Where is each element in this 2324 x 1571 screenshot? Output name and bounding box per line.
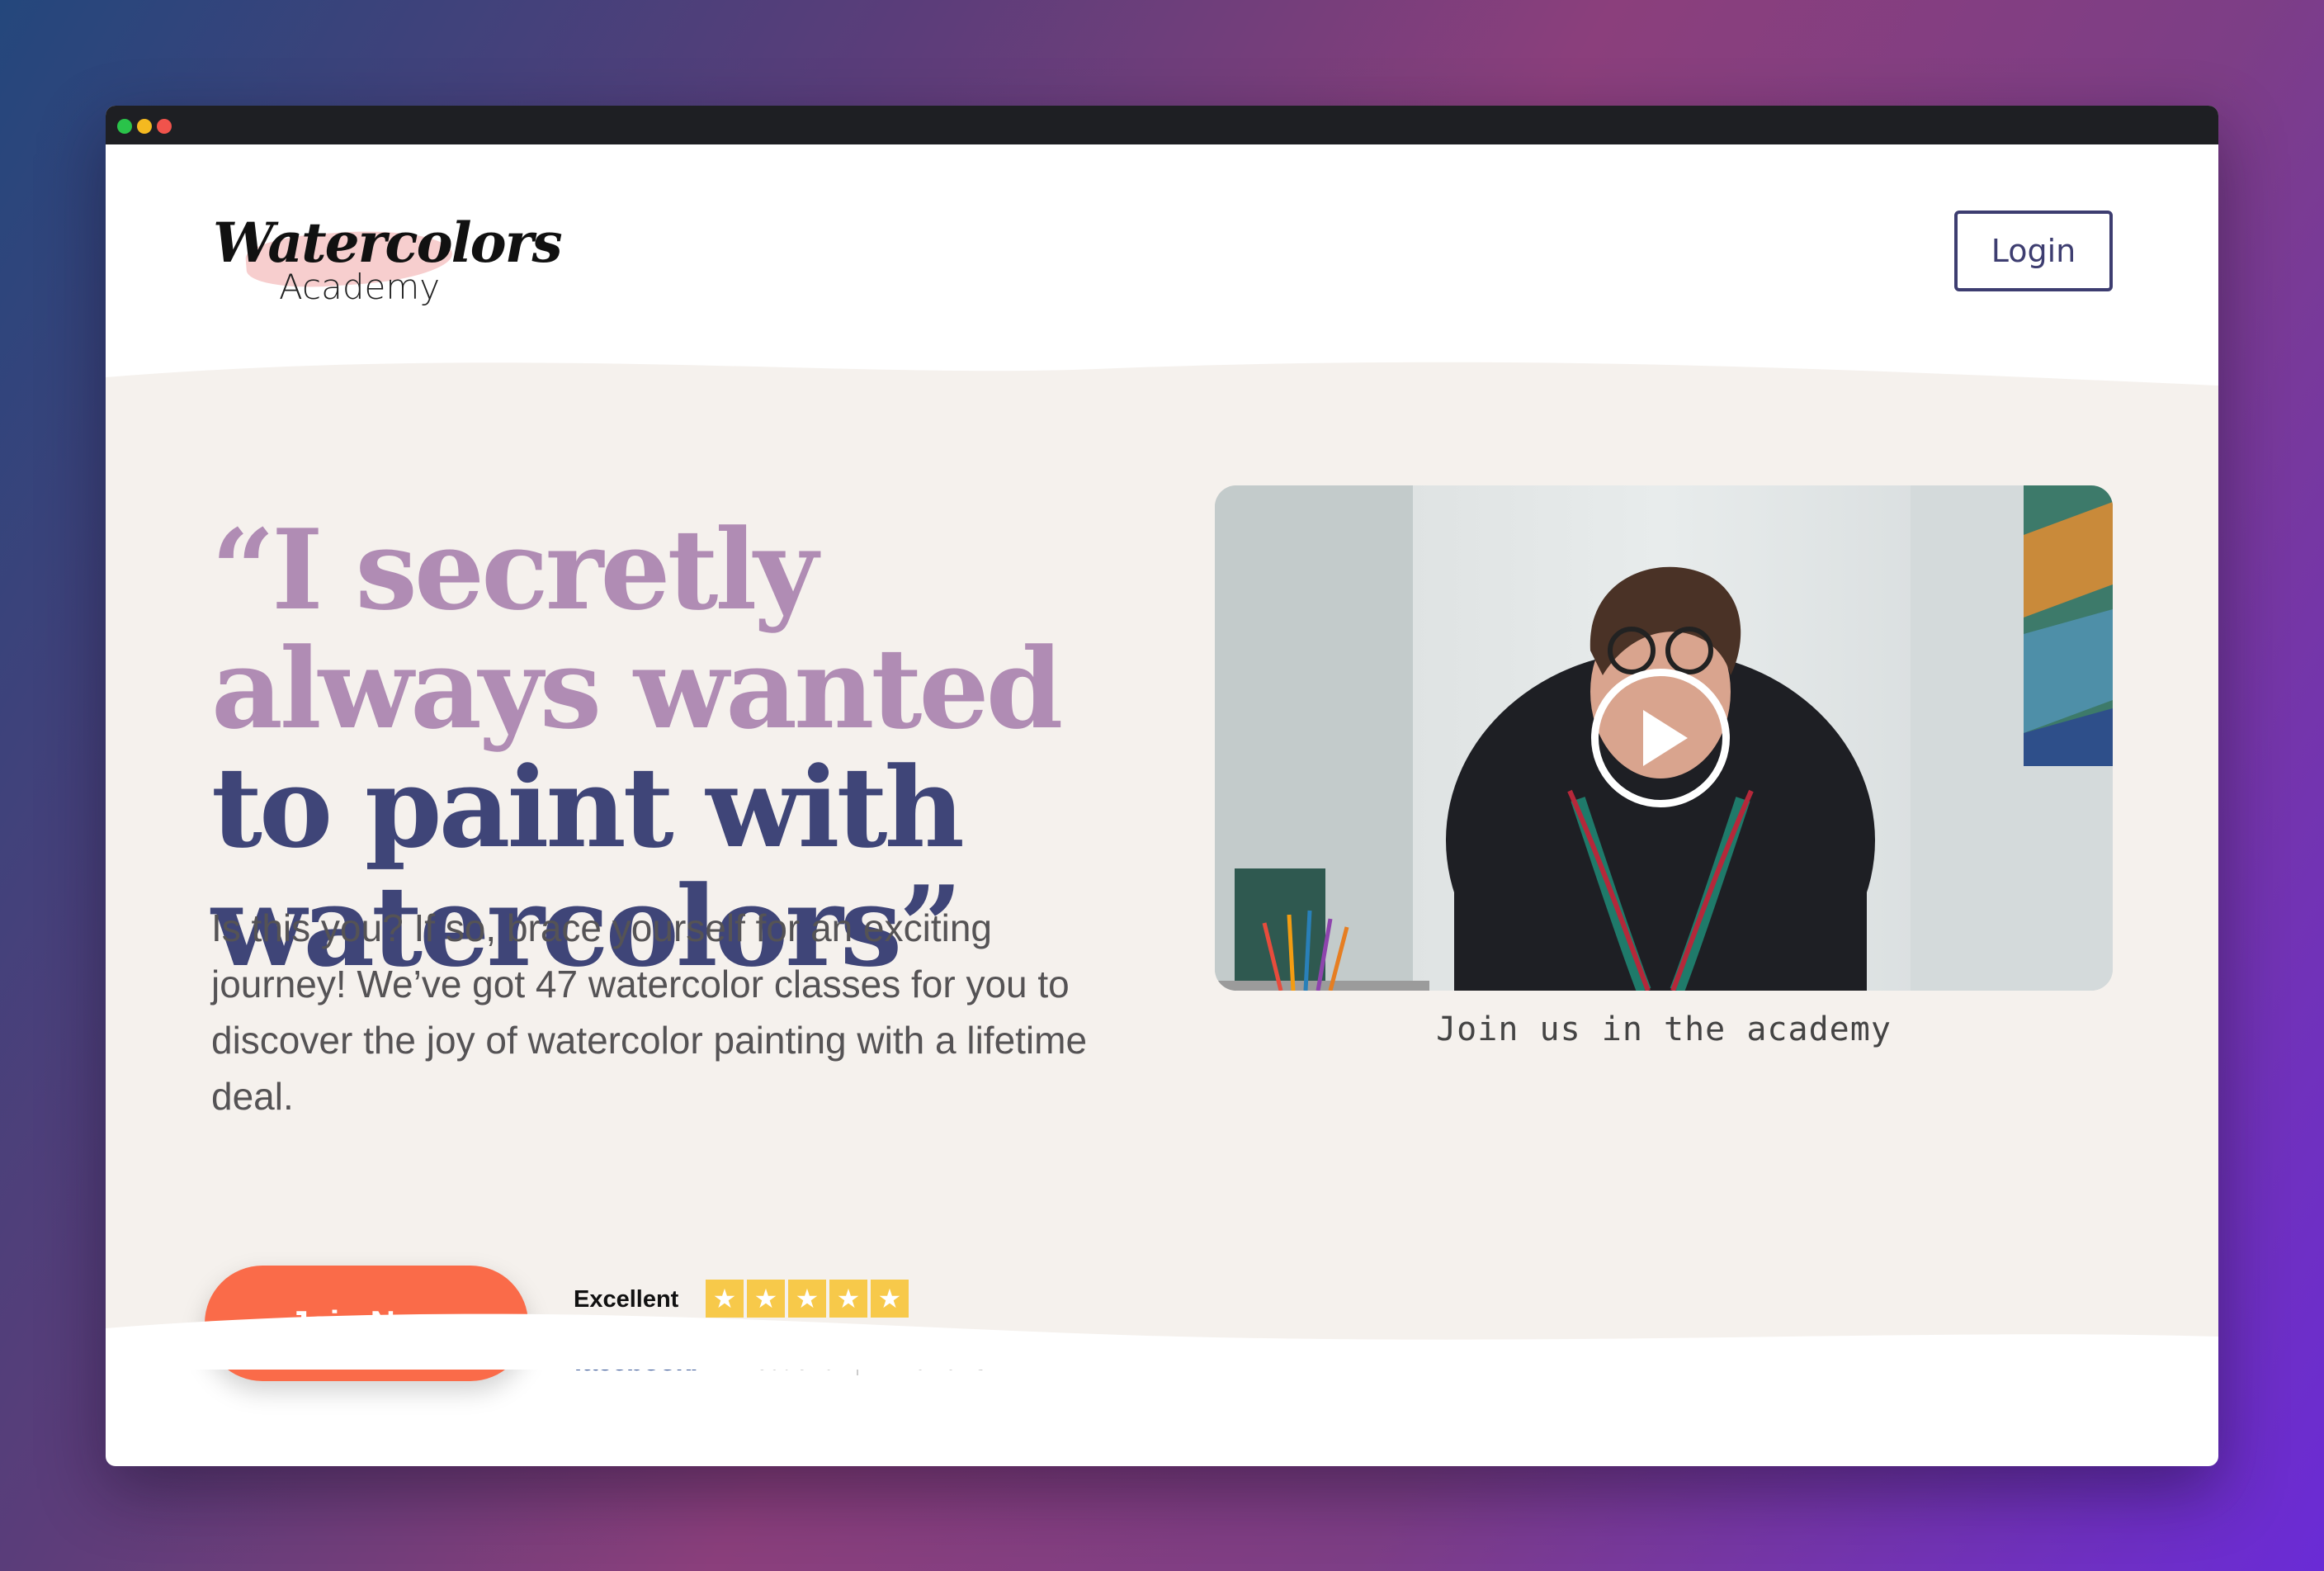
window-titlebar	[106, 106, 2218, 144]
intro-video-player[interactable]	[1215, 485, 2113, 991]
window-close-button[interactable]	[157, 119, 172, 134]
hero-top-wave	[106, 361, 2218, 386]
headline-part-light: “I secretly always wanted	[211, 504, 1063, 754]
window-maximize-button[interactable]	[117, 119, 132, 134]
play-icon[interactable]	[1591, 669, 1730, 807]
logo-subtitle: Academy	[279, 267, 441, 307]
logo-script-text: Watercolors	[213, 211, 563, 275]
hero-subcopy: Is this you? If so, brace yourself for a…	[211, 906, 1088, 1118]
site-logo[interactable]: Watercolors Academy	[213, 211, 563, 326]
play-triangle	[1643, 710, 1688, 766]
browser-window: Watercolors Academy Login “I secretly al…	[106, 106, 2218, 1466]
window-minimize-button[interactable]	[137, 119, 152, 134]
login-button[interactable]: Login	[1954, 211, 2113, 291]
video-caption: Join us in the academy	[1436, 1010, 1892, 1048]
hero-bottom-wave	[106, 1313, 2218, 1370]
site-header: Watercolors Academy Login	[106, 144, 2218, 392]
hero-section: “I secretly always wanted to paint with …	[106, 361, 2218, 1381]
